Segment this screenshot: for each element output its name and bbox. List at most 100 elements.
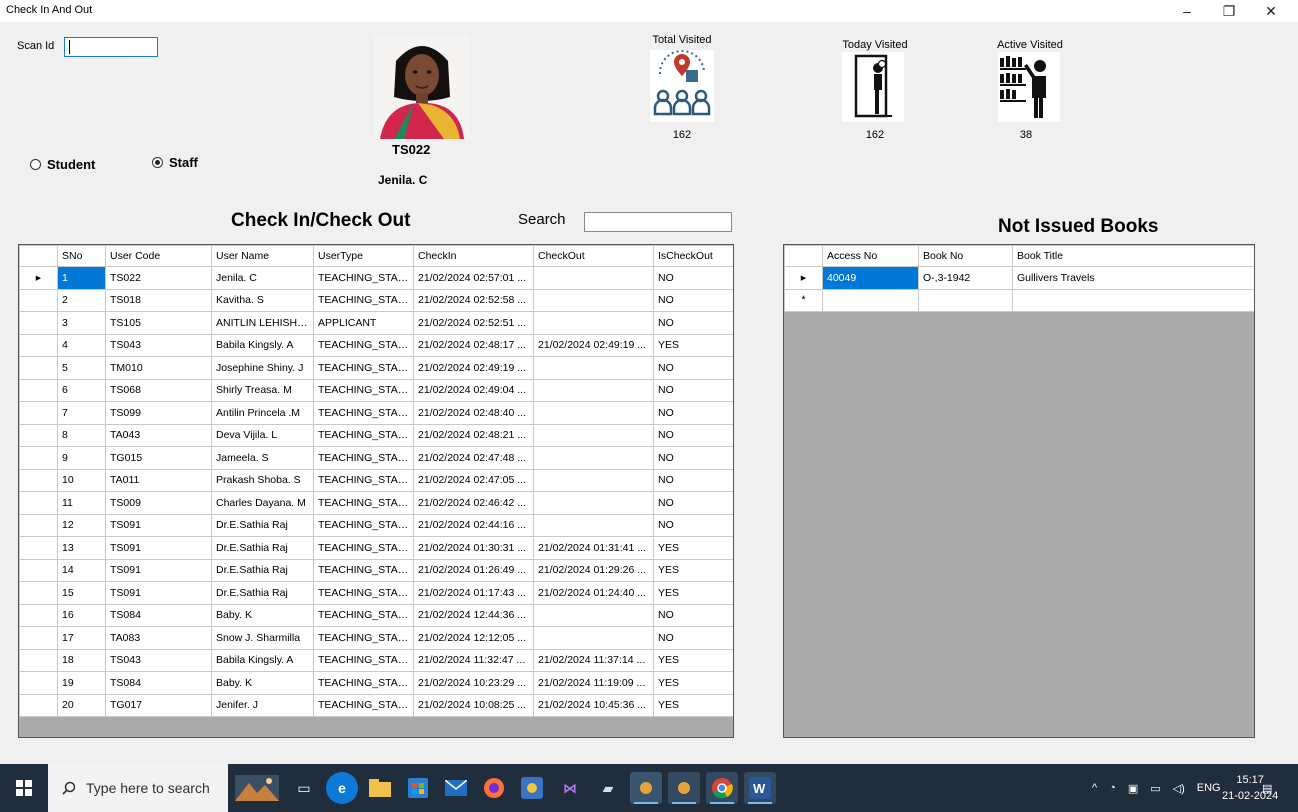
table-cell[interactable]: TS099 — [105, 401, 212, 425]
meet-now-icon[interactable]: ◔ — [1109, 782, 1116, 794]
table-cell[interactable]: NO — [653, 446, 733, 470]
table-row[interactable]: 8 TA043 Deva Vijila. L TEACHING_STAFF 21/02/… — [19, 423, 733, 447]
table-cell[interactable]: 14 — [57, 558, 106, 582]
table-cell[interactable]: NO — [653, 491, 733, 515]
column-header[interactable]: Book No — [918, 245, 1013, 267]
staff-radio[interactable]: Staff — [152, 155, 198, 170]
table-cell[interactable]: TS022 — [105, 266, 212, 290]
table-cell[interactable]: TEACHING_STAFF — [313, 626, 414, 650]
row-header[interactable] — [19, 536, 58, 560]
table-cell[interactable]: Dr.E.Sathia Raj — [211, 581, 314, 605]
books-grid[interactable]: Access No Book No Book Title ▶ 40049 O-,3-19… — [783, 244, 1255, 738]
row-header[interactable] — [19, 581, 58, 605]
table-cell[interactable]: TM010 — [105, 356, 212, 380]
table-cell[interactable]: NO — [653, 626, 733, 650]
table-cell[interactable]: 21/02/2024 02:49:19 ... — [413, 356, 534, 380]
table-cell[interactable]: TEACHING_STAFF — [313, 671, 414, 695]
landscape-widget-icon[interactable] — [234, 772, 280, 804]
table-row[interactable]: 14 TS091 Dr.E.Sathia Raj TEACHING_STAFF 21/0… — [19, 558, 733, 582]
table-cell[interactable]: Deva Vijila. L — [211, 423, 314, 447]
table-cell[interactable]: 6 — [57, 378, 106, 402]
table-cell[interactable]: Babila Kingsly. A — [211, 333, 314, 357]
table-cell[interactable]: YES — [653, 671, 733, 695]
column-header[interactable]: CheckIn — [413, 245, 534, 267]
table-cell[interactable]: TEACHING_STAFF — [313, 581, 414, 605]
table-cell[interactable] — [533, 513, 654, 537]
table-cell[interactable]: 21/02/2024 01:26:49 ... — [413, 558, 534, 582]
column-header[interactable]: Access No — [822, 245, 919, 267]
table-row[interactable]: 10 TA011 Prakash Shoba. S TEACHING_STAFF 21/… — [19, 468, 733, 492]
table-cell[interactable]: TA011 — [105, 468, 212, 492]
table-cell[interactable]: YES — [653, 333, 733, 357]
table-cell[interactable]: 21/02/2024 10:23:29 ... — [413, 671, 534, 695]
table-row[interactable]: 9 TG015 Jameela. S TEACHING_STAFF 21/02/2024… — [19, 446, 733, 470]
firefox-icon[interactable] — [478, 772, 510, 804]
table-cell[interactable]: 21/02/2024 11:19:09 ... — [533, 671, 654, 695]
minimize-button[interactable]: – — [1165, 0, 1209, 22]
student-radio[interactable]: Student — [30, 157, 95, 172]
table-cell[interactable]: Shirly Treasa. M — [211, 378, 314, 402]
table-cell[interactable]: TS105 — [105, 311, 212, 335]
table-cell[interactable]: TS043 — [105, 648, 212, 672]
table-cell[interactable]: Baby. K — [211, 603, 314, 627]
table-cell[interactable]: TEACHING_STAFF — [313, 333, 414, 357]
table-row[interactable]: 15 TS091 Dr.E.Sathia Raj TEACHING_STAFF 21/0… — [19, 581, 733, 605]
table-cell[interactable]: 18 — [57, 648, 106, 672]
table-cell[interactable]: Jenila. C — [211, 266, 314, 290]
column-header[interactable]: User Name — [211, 245, 314, 267]
table-cell[interactable] — [822, 288, 919, 312]
table-row[interactable]: 20 TG017 Jenifer. J TEACHING_STAFF 21/02/202… — [19, 693, 733, 717]
table-cell[interactable]: TEACHING_STAFF — [313, 288, 414, 312]
table-cell[interactable]: Charles Dayana. M — [211, 491, 314, 515]
mail-icon[interactable] — [440, 772, 472, 804]
running-app-icon-2[interactable] — [668, 772, 700, 804]
column-header[interactable]: Book Title — [1012, 245, 1254, 267]
row-header[interactable] — [19, 446, 58, 470]
table-row[interactable]: 4 TS043 Babila Kingsly. A TEACHING_STAFF 21/… — [19, 333, 733, 357]
row-header[interactable] — [19, 423, 58, 447]
table-cell[interactable]: TEACHING_STAFF — [313, 468, 414, 492]
table-cell[interactable]: TEACHING_STAFF — [313, 603, 414, 627]
table-row[interactable]: ▶ 40049 O-,3-1942 Gullivers Travels — [784, 266, 1254, 290]
table-cell[interactable]: 21/02/2024 02:49:04 ... — [413, 378, 534, 402]
notification-center-icon[interactable]: ▤ — [1262, 764, 1272, 812]
table-row[interactable]: 6 TS068 Shirly Treasa. M TEACHING_STAFF 21/0… — [19, 378, 733, 402]
row-header[interactable] — [19, 401, 58, 425]
table-cell[interactable]: YES — [653, 558, 733, 582]
table-cell[interactable]: 9 — [57, 446, 106, 470]
table-cell[interactable]: 3 — [57, 311, 106, 335]
table-cell[interactable]: TEACHING_STAFF — [313, 446, 414, 470]
table-cell[interactable]: Snow J. Sharmilla — [211, 626, 314, 650]
table-cell[interactable]: TS091 — [105, 513, 212, 537]
table-cell[interactable]: 21/02/2024 10:45:36 ... — [533, 693, 654, 717]
close-button[interactable]: ✕ — [1249, 0, 1293, 22]
table-cell[interactable]: 4 — [57, 333, 106, 357]
table-cell[interactable]: TS091 — [105, 536, 212, 560]
volume-icon[interactable]: ◁) — [1173, 782, 1185, 795]
table-cell[interactable]: 12 — [57, 513, 106, 537]
table-cell[interactable]: NO — [653, 423, 733, 447]
table-row[interactable]: 16 TS084 Baby. K TEACHING_STAFF 21/02/2024 1… — [19, 603, 733, 627]
table-row[interactable]: 12 TS091 Dr.E.Sathia Raj TEACHING_STAFF 21/0… — [19, 513, 733, 537]
table-cell[interactable]: Dr.E.Sathia Raj — [211, 536, 314, 560]
table-cell[interactable]: NO — [653, 513, 733, 537]
table-cell[interactable]: YES — [653, 648, 733, 672]
table-cell[interactable]: TS043 — [105, 333, 212, 357]
table-cell[interactable] — [533, 468, 654, 492]
row-header[interactable]: ▶ — [784, 266, 823, 290]
table-cell[interactable]: Babila Kingsly. A — [211, 648, 314, 672]
tool-icon[interactable]: ▰ — [592, 772, 624, 804]
table-cell[interactable]: Josephine Shiny. J — [211, 356, 314, 380]
table-cell[interactable] — [533, 626, 654, 650]
table-cell[interactable]: TS091 — [105, 581, 212, 605]
table-cell[interactable]: Antilin Princela .M — [211, 401, 314, 425]
chevron-up-icon[interactable]: ^ — [1092, 782, 1097, 794]
row-header[interactable] — [19, 288, 58, 312]
app-icon[interactable] — [516, 772, 548, 804]
table-row[interactable]: 11 TS009 Charles Dayana. M TEACHING_STAFF 21… — [19, 491, 733, 515]
table-cell[interactable]: TEACHING_STAFF — [313, 423, 414, 447]
table-cell[interactable] — [533, 603, 654, 627]
table-cell[interactable]: 19 — [57, 671, 106, 695]
row-header[interactable] — [19, 671, 58, 695]
table-cell[interactable]: 40049 — [822, 266, 919, 290]
